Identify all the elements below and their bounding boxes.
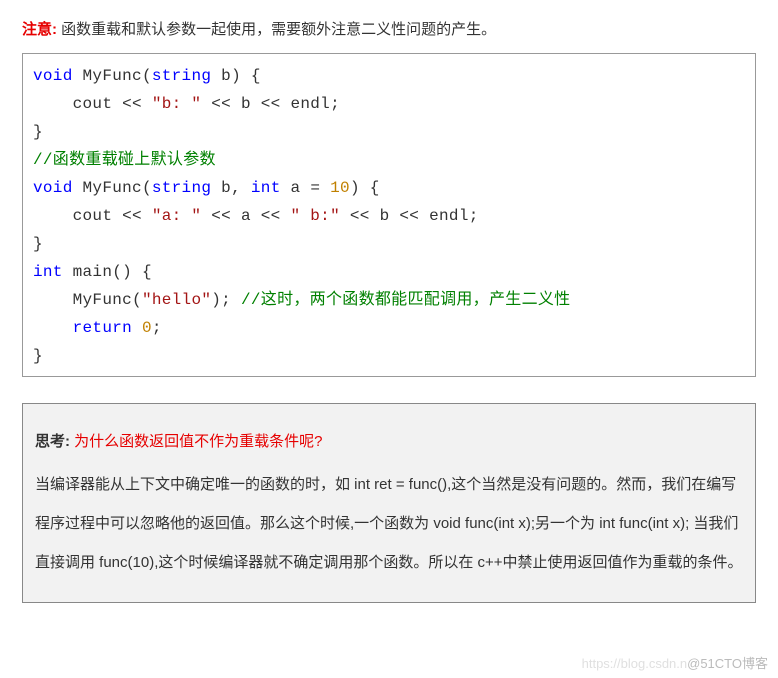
notice-label: 注意:	[22, 21, 57, 38]
think-box: 思考: 为什么函数返回值不作为重载条件呢? 当编译器能从上下文中确定唯一的函数的…	[22, 403, 756, 603]
think-label: 思考:	[35, 433, 70, 450]
notice-line: 注意: 函数重载和默认参数一起使用，需要额外注意二义性问题的产生。	[22, 18, 756, 39]
func-name: MyFunc	[83, 67, 142, 85]
watermark-at: @51CTO博客	[687, 656, 768, 671]
keyword-void: void	[33, 67, 73, 85]
notice-text: 函数重载和默认参数一起使用，需要额外注意二义性问题的产生。	[57, 21, 496, 38]
string-literal: "b: "	[152, 95, 202, 113]
number: 10	[330, 179, 350, 197]
think-question: 为什么函数返回值不作为重载条件呢?	[70, 433, 323, 450]
code-block: void MyFunc(string b) { cout << "b: " <<…	[22, 53, 756, 377]
watermark: https://blog.csdn.n@51CTO博客	[582, 653, 768, 672]
think-body-wrap: 当编译器能从上下文中确定唯一的函数的时，如 int ret = func(),这…	[35, 465, 743, 582]
think-heading: 思考: 为什么函数返回值不作为重载条件呢?	[35, 422, 743, 461]
watermark-faint: https://blog.csdn.n	[582, 656, 688, 671]
keyword-string: string	[152, 67, 211, 85]
comment: //这时，两个函数都能匹配调用，产生二义性	[241, 291, 571, 309]
comment: //函数重载碰上默认参数	[33, 151, 216, 169]
think-body: 当编译器能从上下文中确定唯一的函数的时，如 int ret = func(),这…	[35, 476, 743, 571]
